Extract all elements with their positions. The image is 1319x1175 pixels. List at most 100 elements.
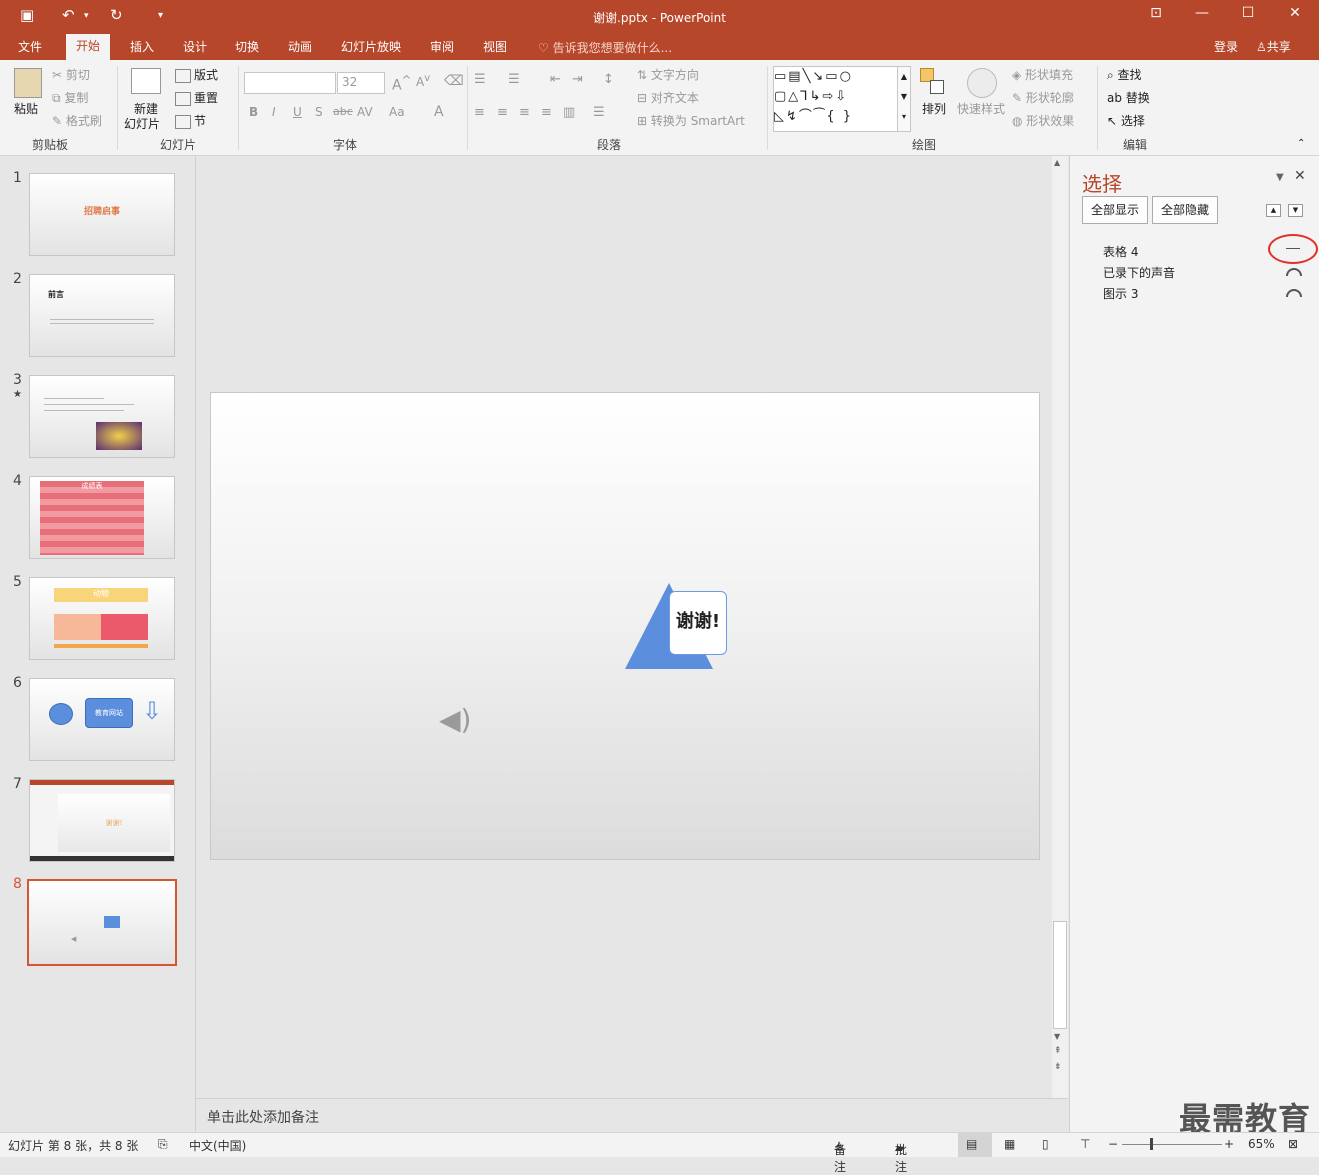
section-button[interactable]: 节 xyxy=(175,112,206,129)
clear-format-icon[interactable]: ⌫ xyxy=(444,73,464,89)
fit-slide-icon[interactable]: ⊠ xyxy=(1288,1137,1298,1151)
text-shadow-icon[interactable]: ☰ xyxy=(593,105,605,120)
underline-icon[interactable]: U xyxy=(293,105,302,119)
align-text-button[interactable]: ⊟ 对齐文本 xyxy=(637,89,699,106)
slide-scrollbar[interactable]: ▲ ▼ ⇞ ⇟ xyxy=(1052,156,1068,1098)
format-painter-button[interactable]: ✎ 格式刷 xyxy=(52,112,102,129)
minimize-button[interactable]: — xyxy=(1187,5,1217,21)
speaker-icon[interactable]: ◀) xyxy=(439,703,471,736)
paste-icon[interactable] xyxy=(14,68,42,98)
maximize-button[interactable]: ☐ xyxy=(1233,5,1263,21)
font-color-icon[interactable]: A xyxy=(434,104,444,120)
tab-view[interactable]: 视图 xyxy=(483,38,507,55)
spacing-icon[interactable]: AV xyxy=(357,105,373,119)
scroll-up-icon[interactable]: ▲ xyxy=(1054,158,1060,167)
normal-view-icon[interactable]: ▤ xyxy=(966,1137,977,1151)
columns-icon[interactable]: ▥ xyxy=(563,105,575,120)
login-link[interactable]: 登录 xyxy=(1214,38,1238,55)
tab-file[interactable]: 文件 xyxy=(18,38,42,55)
reset-button[interactable]: 重置 xyxy=(175,89,218,106)
eye-icon[interactable] xyxy=(1286,268,1302,276)
slide-thumbnail-3[interactable] xyxy=(29,375,175,458)
smartart-button[interactable]: ⊞ 转换为 SmartArt xyxy=(637,112,745,129)
slide-thumbnail-2[interactable]: 前言 xyxy=(29,274,175,357)
slide-thumbnail-7[interactable]: 谢谢! xyxy=(29,779,175,862)
copy-button[interactable]: ⧉ 复制 xyxy=(52,89,88,106)
pane-options-icon[interactable]: ▼ xyxy=(1276,172,1284,183)
increase-indent-icon[interactable]: ⇥ xyxy=(572,72,583,87)
slide-thumbnail-8[interactable]: ◀ xyxy=(27,879,177,966)
bold-icon[interactable]: B xyxy=(249,105,258,119)
justify-icon[interactable]: ≡ xyxy=(541,105,552,120)
align-right-icon[interactable]: ≡ xyxy=(519,105,530,120)
bring-forward-icon[interactable]: ▲ xyxy=(1266,204,1281,217)
slide-canvas[interactable]: 谢谢! ◀) xyxy=(210,392,1040,860)
zoom-out-button[interactable]: − xyxy=(1108,1137,1118,1151)
zoom-slider-thumb[interactable] xyxy=(1150,1138,1153,1150)
notes-area[interactable]: 单击此处添加备注 xyxy=(196,1098,1068,1133)
grow-font-icon[interactable]: A^ xyxy=(392,73,411,94)
eye-icon[interactable] xyxy=(1286,289,1302,297)
hide-all-button[interactable]: 全部隐藏 xyxy=(1152,196,1219,224)
decrease-indent-icon[interactable]: ⇤ xyxy=(550,72,561,87)
spellcheck-icon[interactable]: ⎘ xyxy=(158,1137,168,1152)
send-backward-icon[interactable]: ▼ xyxy=(1288,204,1303,217)
tab-slideshow[interactable]: 幻灯片放映 xyxy=(341,38,401,55)
bullets-icon[interactable]: ☰ xyxy=(474,72,486,87)
font-size-input[interactable]: 32 xyxy=(337,72,385,94)
thanks-textbox[interactable]: 谢谢! xyxy=(669,591,727,655)
align-center-icon[interactable]: ≡ xyxy=(497,105,508,120)
quick-styles-icon[interactable] xyxy=(967,68,997,98)
pane-close-icon[interactable]: ✕ xyxy=(1294,168,1306,184)
arrange-button[interactable]: 排列 xyxy=(922,100,946,117)
tab-review[interactable]: 审阅 xyxy=(430,38,454,55)
shadow-icon[interactable]: S xyxy=(315,105,323,119)
quick-styles-button[interactable]: 快速样式 xyxy=(957,100,1005,117)
change-case-icon[interactable]: Aa xyxy=(389,105,405,119)
line-spacing-icon[interactable]: ↕ xyxy=(603,72,614,87)
shapes-gallery-scroll[interactable]: ▲ ▼ ▾ xyxy=(897,66,911,132)
zoom-level[interactable]: 65% xyxy=(1248,1137,1275,1151)
replace-button[interactable]: ab 替换 xyxy=(1107,89,1150,106)
layout-button[interactable]: 版式 xyxy=(175,66,218,83)
reading-view-icon[interactable]: ▯ xyxy=(1042,1137,1049,1151)
share-button[interactable]: ♙共享 xyxy=(1256,38,1291,55)
tab-home[interactable]: 开始 xyxy=(66,34,111,60)
shrink-font-icon[interactable]: Av xyxy=(416,73,430,89)
tab-animations[interactable]: 动画 xyxy=(288,38,312,55)
paste-button[interactable]: 粘贴 xyxy=(14,100,38,117)
selection-item[interactable]: 图示 3 xyxy=(1103,285,1138,302)
close-button[interactable]: ✕ xyxy=(1280,5,1310,21)
tab-transitions[interactable]: 切换 xyxy=(235,38,259,55)
zoom-in-button[interactable]: + xyxy=(1224,1137,1234,1151)
previous-slide-icon[interactable]: ⇞ xyxy=(1054,1046,1062,1056)
align-left-icon[interactable]: ≡ xyxy=(474,105,485,120)
slide-thumbnail-1[interactable]: 招聘启事 xyxy=(29,173,175,256)
shapes-gallery[interactable]: ▭▤╲↘▭○ ▢△⅂↳⇨⇩ ◺↯⌒⁀{ } xyxy=(773,66,899,132)
shape-effects-button[interactable]: ◍ 形状效果 xyxy=(1012,112,1074,129)
tab-insert[interactable]: 插入 xyxy=(130,38,154,55)
slide-thumbnail-4[interactable]: 成绩表 xyxy=(29,476,175,559)
show-all-button[interactable]: 全部显示 xyxy=(1082,196,1149,224)
find-button[interactable]: ⌕ 查找 xyxy=(1107,66,1142,83)
tab-design[interactable]: 设计 xyxy=(183,38,207,55)
slide-sorter-icon[interactable]: ▦ xyxy=(1004,1137,1015,1151)
zoom-slider[interactable] xyxy=(1122,1144,1222,1145)
tell-me-search[interactable]: ♡ 告诉我您想要做什么... xyxy=(538,39,672,56)
italic-icon[interactable]: I xyxy=(272,105,276,119)
language-status[interactable]: 中文(中国) xyxy=(189,1137,246,1154)
select-button[interactable]: ↖ 选择 xyxy=(1107,112,1145,129)
new-slide-label-2[interactable]: 幻灯片 xyxy=(124,115,160,132)
shape-outline-button[interactable]: ✎ 形状轮廓 xyxy=(1012,89,1074,106)
next-slide-icon[interactable]: ⇟ xyxy=(1054,1062,1062,1072)
slideshow-icon[interactable]: ⊤ xyxy=(1080,1137,1090,1151)
slide-thumbnails-pane[interactable]: 1 招聘启事 2 前言 3 ★ 4 成绩表 5 动物 6 教育网站 ⇩ 7 谢谢… xyxy=(0,156,196,1132)
numbering-icon[interactable]: ☰ xyxy=(508,72,520,87)
cut-button[interactable]: ✂ 剪切 xyxy=(52,66,90,83)
strikethrough-icon[interactable]: abc xyxy=(333,105,353,118)
selection-item[interactable]: 表格 4 xyxy=(1103,243,1138,260)
new-slide-icon[interactable] xyxy=(131,68,161,94)
ribbon-display-icon[interactable]: ⊡ xyxy=(1141,5,1171,21)
slide-thumbnail-6[interactable]: 教育网站 ⇩ xyxy=(29,678,175,761)
font-name-input[interactable] xyxy=(244,72,336,94)
